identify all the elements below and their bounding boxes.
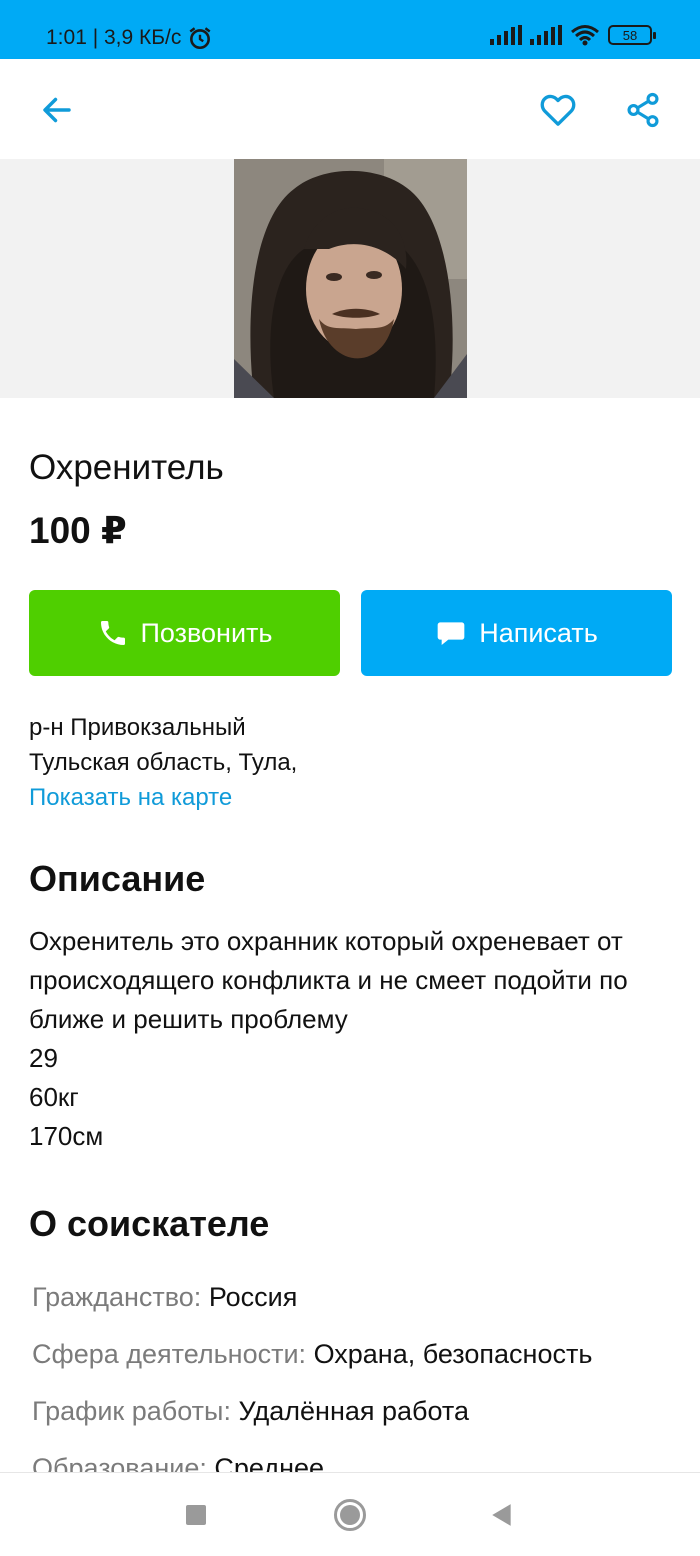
arrow-left-icon xyxy=(43,97,71,123)
status-bar: 1:01 | 3,9 КБ/с 58 xyxy=(0,0,700,59)
show-on-map-link[interactable]: Показать на карте xyxy=(29,780,297,815)
square-icon xyxy=(186,1505,206,1525)
applicant-heading: О соискателе xyxy=(29,1203,270,1244)
signal-icon xyxy=(490,25,522,45)
system-nav-bar xyxy=(0,1472,700,1556)
description-body: Охренитель это охранник который охренева… xyxy=(29,922,672,1156)
write-button-label: Написать xyxy=(479,617,598,648)
param-row-field: Сфера деятельности: Охрана, безопасность xyxy=(32,1331,672,1388)
description-weight: 60кг xyxy=(29,1082,79,1112)
write-button[interactable]: Написать xyxy=(361,590,672,676)
description-heading: Описание xyxy=(29,858,206,899)
param-key: График работы: xyxy=(32,1396,231,1426)
address-city: Тульская область, Тула, xyxy=(29,749,298,776)
share-icon xyxy=(627,92,659,128)
description-age: 29 xyxy=(29,1043,58,1073)
back-nav-button[interactable] xyxy=(482,1495,522,1535)
recent-apps-button[interactable] xyxy=(176,1495,216,1535)
circle-icon xyxy=(334,1499,366,1531)
status-time-text: 1:01 | 3,9 КБ/с xyxy=(46,26,182,49)
call-button[interactable]: Позвонить xyxy=(29,590,340,676)
top-toolbar xyxy=(0,59,700,159)
phone-icon xyxy=(100,621,125,645)
triangle-back-icon xyxy=(492,1504,511,1526)
signal-icon xyxy=(530,25,562,45)
description-height: 170см xyxy=(29,1121,104,1151)
param-key: Гражданство: xyxy=(32,1282,202,1312)
chat-bubble-icon xyxy=(437,622,465,645)
battery-level: 58 xyxy=(622,27,638,43)
alarm-icon xyxy=(189,27,211,50)
home-button[interactable] xyxy=(330,1495,370,1535)
applicant-params: Гражданство: Россия Сфера деятельности: … xyxy=(32,1274,672,1502)
share-button[interactable] xyxy=(622,89,664,131)
favorite-button[interactable] xyxy=(537,89,579,131)
status-time: 1:01 | 3,9 КБ/с xyxy=(46,25,213,51)
person-photo-illustration xyxy=(234,159,467,398)
address-block: р-н Привокзальный Тульская область, Тула… xyxy=(29,710,297,815)
photo-gallery[interactable] xyxy=(0,159,700,398)
param-value: Россия xyxy=(208,1282,298,1312)
param-key: Сфера деятельности: xyxy=(32,1339,307,1369)
heart-icon xyxy=(540,94,576,126)
description-text: Охренитель это охранник который охренева… xyxy=(29,926,628,1034)
status-icons: 58 xyxy=(490,24,656,46)
listing-photo[interactable] xyxy=(234,159,467,398)
back-button[interactable] xyxy=(36,89,78,131)
wifi-icon xyxy=(571,25,599,46)
address-district: р-н Привокзальный xyxy=(29,714,246,741)
call-button-label: Позвонить xyxy=(140,617,273,648)
param-row-schedule: График работы: Удалённая работа xyxy=(32,1388,672,1445)
param-value: Охрана, безопасность xyxy=(313,1339,593,1369)
listing-title: Охренитель xyxy=(29,448,224,487)
battery-indicator: 58 xyxy=(608,25,656,45)
param-value: Удалённая работа xyxy=(238,1396,470,1426)
param-row-citizenship: Гражданство: Россия xyxy=(32,1274,672,1331)
listing-price: 100 ₽ xyxy=(29,510,127,551)
